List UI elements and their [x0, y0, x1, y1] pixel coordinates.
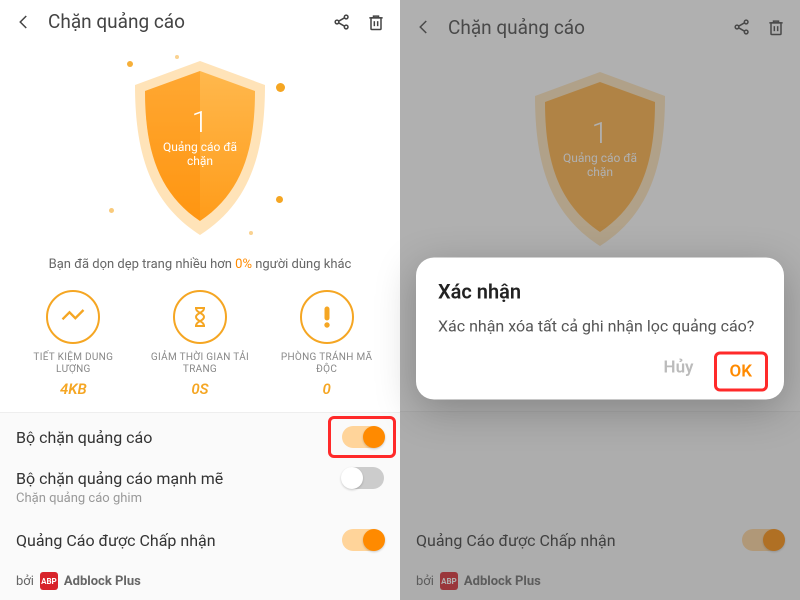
blocked-label-1: Quảng cáo đã	[163, 140, 237, 154]
dialog-cancel-button[interactable]: Hủy	[664, 357, 694, 385]
row-ad-blocker[interactable]: Bộ chặn quảng cáo	[0, 413, 400, 461]
header: Chặn quảng cáo	[0, 0, 400, 43]
metrics-row: TIẾT KIỆM DUNG LƯỢNG 4KB GIẢM THỜI GIAN …	[0, 290, 400, 412]
trash-icon[interactable]	[766, 17, 786, 37]
highlight-box	[328, 416, 396, 458]
row-acceptable-ads[interactable]: Quảng Cáo được Chấp nhận	[400, 516, 800, 564]
abp-logo-icon: ABP	[40, 572, 58, 590]
alert-icon	[300, 290, 354, 344]
dialog-title: Xác nhận	[438, 280, 762, 304]
toggle-acceptable-ads[interactable]	[342, 529, 384, 551]
highlight-box	[714, 351, 769, 391]
row-strong-blocker[interactable]: Bộ chặn quảng cáo mạnh mẽ Chặn quảng cáo…	[0, 461, 400, 516]
line-chart-icon	[46, 290, 100, 344]
shield-graphic: 1 Quảng cáo đã chặn	[105, 53, 295, 243]
screen-main: Chặn quảng cáo	[0, 0, 400, 600]
toggle-acceptable-ads[interactable]	[742, 529, 784, 551]
share-icon[interactable]	[732, 17, 752, 37]
confirm-dialog: Xác nhận Xác nhận xóa tất cả ghi nhận lọ…	[416, 258, 784, 400]
toggle-strong-blocker[interactable]	[342, 467, 384, 489]
metric-data-saved: TIẾT KIỆM DUNG LƯỢNG 4KB	[16, 290, 130, 398]
shield-section: 1 Quảng cáo đã chặn Bạn đã dọn dẹp trang…	[0, 43, 400, 412]
dialog-body: Xác nhận xóa tất cả ghi nhận lọc quảng c…	[438, 316, 762, 338]
settings-list: Bộ chặn quảng cáo Bộ chặn quảng cáo mạnh…	[0, 412, 400, 600]
back-icon[interactable]	[14, 12, 34, 32]
blocked-count: 1	[163, 105, 237, 140]
back-icon[interactable]	[414, 17, 434, 37]
row-acceptable-ads[interactable]: Quảng Cáo được Chấp nhận	[0, 516, 400, 564]
footer-credit: bởi ABP Adblock Plus	[0, 564, 400, 600]
screen-dialog: Chặn quảng cáo 1 Quảng cáo đã chặn Bạn đ…	[400, 0, 800, 600]
share-icon[interactable]	[332, 12, 352, 32]
blocked-label-2: chặn	[163, 154, 237, 168]
dialog-ok-button[interactable]: OK	[720, 357, 763, 385]
page-title: Chặn quảng cáo	[48, 10, 318, 33]
trash-icon[interactable]	[366, 12, 386, 32]
metric-malware: PHÒNG TRÁNH MÃ ĐỘC 0	[270, 290, 384, 398]
comparison-text: Bạn đã dọn dẹp trang nhiều hơn 0% người …	[49, 257, 352, 272]
hourglass-icon	[173, 290, 227, 344]
metric-time-saved: GIẢM THỜI GIAN TẢI TRANG 0S	[143, 290, 257, 398]
